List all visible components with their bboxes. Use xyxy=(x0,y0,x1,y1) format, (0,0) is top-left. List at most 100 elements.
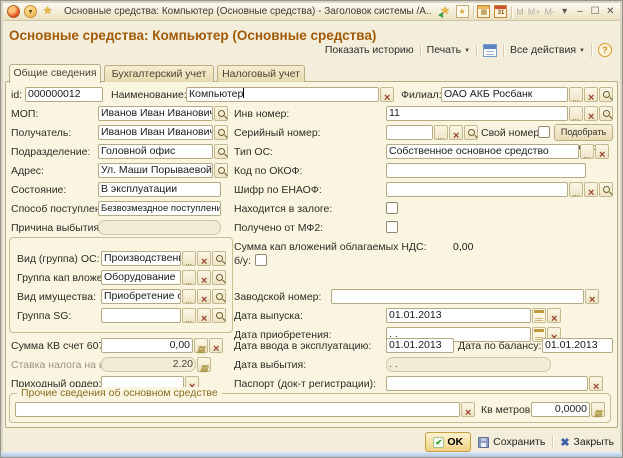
lookup-icon[interactable] xyxy=(212,289,226,304)
report-icon[interactable] xyxy=(483,44,497,57)
1c-logo-icon[interactable] xyxy=(7,5,20,18)
select-icon[interactable] xyxy=(182,308,196,323)
lookup-icon[interactable] xyxy=(212,308,226,323)
department-field[interactable]: Головной офис xyxy=(98,144,213,159)
capex-group-field[interactable]: Оборудование xyxy=(101,270,181,285)
clear-icon[interactable] xyxy=(197,270,211,285)
print-menu-button[interactable]: Печать xyxy=(427,44,470,56)
lookup-icon[interactable] xyxy=(212,251,226,266)
clear-icon[interactable] xyxy=(209,338,223,353)
memory-m-minus-button[interactable]: M- xyxy=(545,7,556,17)
receipt-method-field[interactable]: Безвозмездное поступление xyxy=(98,201,221,216)
clear-icon[interactable] xyxy=(585,289,599,304)
select-icon[interactable] xyxy=(434,125,448,140)
select-icon[interactable] xyxy=(569,87,583,102)
clear-icon[interactable] xyxy=(595,144,609,159)
clear-icon[interactable] xyxy=(380,87,394,102)
passport-field[interactable] xyxy=(386,376,588,391)
other-info-field[interactable] xyxy=(15,402,460,417)
okof-code-field[interactable] xyxy=(386,163,586,178)
calculator-picker-icon[interactable] xyxy=(591,402,605,417)
help-icon[interactable]: ? xyxy=(598,43,612,57)
serial-number-field[interactable] xyxy=(386,125,433,140)
lookup-icon[interactable] xyxy=(599,106,613,121)
tab-accounting[interactable]: Бухгалтерский учет xyxy=(104,65,214,82)
lookup-icon[interactable] xyxy=(464,125,478,140)
commissioning-date-field[interactable]: 01.01.2013 xyxy=(386,338,454,353)
pledged-checkbox[interactable] xyxy=(386,202,398,214)
lookup-icon[interactable] xyxy=(214,106,228,121)
capex-group-field-group: Оборудование xyxy=(101,270,226,285)
maximize-button[interactable]: ☐ xyxy=(590,6,601,17)
select-icon[interactable] xyxy=(580,144,594,159)
own-number-checkbox[interactable] xyxy=(538,126,550,138)
enaof-code-field[interactable] xyxy=(386,182,568,197)
balance-date-field[interactable]: 01.01.2013 xyxy=(542,338,613,353)
address-field[interactable]: Ул. Маши Порываевой д.34 xyxy=(98,163,213,178)
favorites-star-icon[interactable] xyxy=(41,5,54,18)
calculator-picker-icon[interactable] xyxy=(197,357,211,372)
sq-meters-field[interactable]: 0,0000 xyxy=(531,402,590,417)
main-menu-icon[interactable] xyxy=(24,5,37,18)
mol-field[interactable]: Иванов Иван Иванович xyxy=(98,106,213,121)
factory-number-field[interactable] xyxy=(331,289,584,304)
clear-icon[interactable] xyxy=(584,87,598,102)
save-button[interactable]: Сохранить xyxy=(478,436,545,448)
select-icon[interactable] xyxy=(182,270,196,285)
clear-icon[interactable] xyxy=(461,402,475,417)
title-bar: Основные средства: Компьютер (Основные с… xyxy=(3,3,620,21)
clear-icon[interactable] xyxy=(547,308,561,323)
lookup-icon[interactable] xyxy=(599,87,613,102)
clear-icon[interactable] xyxy=(449,125,463,140)
add-favorite-icon[interactable] xyxy=(439,5,452,18)
lookup-icon[interactable] xyxy=(214,125,228,140)
show-history-button[interactable]: Показать историю xyxy=(325,44,414,56)
memory-m-button[interactable]: M xyxy=(516,7,524,17)
branch-field[interactable]: ОАО АКБ Росбанк xyxy=(441,87,568,102)
clear-icon[interactable] xyxy=(584,106,598,121)
disposal-reason-field xyxy=(98,220,221,235)
window-menu-chevron-icon[interactable]: ▾ xyxy=(559,6,570,17)
clear-icon[interactable] xyxy=(197,251,211,266)
kv-sum-field[interactable]: 0,00 xyxy=(101,338,193,353)
os-group-field[interactable]: Производственный и хо xyxy=(101,251,181,266)
pick-number-button[interactable]: Подобрать номер xyxy=(554,124,613,141)
os-type-field[interactable]: Собственное основное средство xyxy=(386,144,579,159)
clear-icon[interactable] xyxy=(584,182,598,197)
select-icon[interactable] xyxy=(182,251,196,266)
select-icon[interactable] xyxy=(569,182,583,197)
state-field[interactable]: В эксплуатации xyxy=(98,182,221,197)
name-field[interactable]: Компьютер xyxy=(186,87,379,102)
received-mf2-checkbox[interactable] xyxy=(386,221,398,233)
lookup-icon[interactable] xyxy=(214,163,228,178)
calendar-icon[interactable] xyxy=(494,5,507,18)
lookup-icon[interactable] xyxy=(214,144,228,159)
memory-m-plus-button[interactable]: M+ xyxy=(528,7,541,17)
select-icon[interactable] xyxy=(182,289,196,304)
calculator-icon[interactable] xyxy=(477,5,490,18)
enaof-code-label: Шифр по ЕНАОФ: xyxy=(234,184,322,196)
all-actions-button[interactable]: Все действия xyxy=(510,44,585,56)
tab-general[interactable]: Общие сведения xyxy=(9,64,101,83)
ok-button[interactable]: OK xyxy=(425,432,471,452)
used-flag-checkbox[interactable] xyxy=(255,254,267,266)
clear-icon[interactable] xyxy=(197,308,211,323)
minimize-button[interactable]: – xyxy=(574,6,585,17)
lookup-icon[interactable] xyxy=(212,270,226,285)
calendar-picker-icon[interactable] xyxy=(532,308,546,323)
release-date-field[interactable]: 01.01.2013 xyxy=(386,308,531,323)
favorites-panel-icon[interactable] xyxy=(456,5,469,18)
receiver-field[interactable]: Иванов Иван Иванович xyxy=(98,125,213,140)
clear-icon[interactable] xyxy=(197,289,211,304)
calculator-picker-icon[interactable] xyxy=(194,338,208,353)
inv-number-field[interactable]: 11 xyxy=(386,106,568,121)
tab-tax[interactable]: Налоговый учет xyxy=(217,65,305,82)
sg-group-field[interactable] xyxy=(101,308,181,323)
select-icon[interactable] xyxy=(569,106,583,121)
lookup-icon[interactable] xyxy=(599,182,613,197)
close-form-button[interactable]: ✖ Закрыть xyxy=(560,436,614,449)
property-kind-field[interactable]: Приобретение основны xyxy=(101,289,181,304)
clear-icon[interactable] xyxy=(589,376,603,391)
id-field[interactable]: 000000012 xyxy=(25,87,103,102)
close-button[interactable]: ✕ xyxy=(605,6,616,17)
